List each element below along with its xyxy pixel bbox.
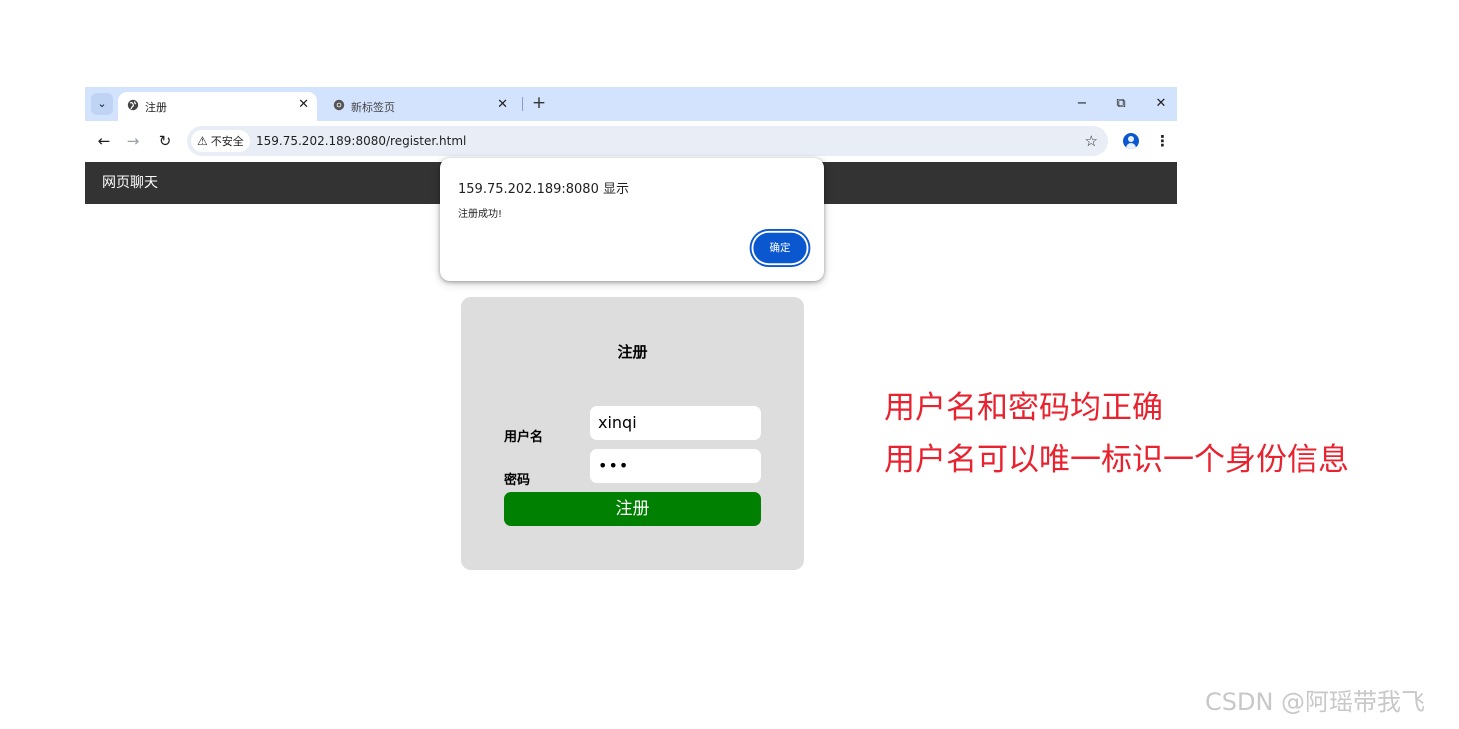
alert-origin: 159.75.202.189:8080 显示 <box>458 182 629 197</box>
alert-ok-button[interactable]: 确定 <box>753 232 807 264</box>
kebab-menu-icon[interactable]: ⋮ <box>1155 131 1170 151</box>
avatar-body <box>1126 143 1136 149</box>
bookmark-star-icon[interactable]: ☆ <box>1085 132 1098 150</box>
tab-search-button[interactable]: ⌄ <box>91 93 113 115</box>
profile-avatar-icon[interactable] <box>1123 133 1139 149</box>
tab-register[interactable]: 注册 ✕ <box>118 92 317 121</box>
chrome-icon <box>332 99 345 112</box>
back-button[interactable]: ← <box>94 131 114 151</box>
warning-icon: ⚠ <box>197 134 208 148</box>
tab-title: 注册 <box>145 101 167 114</box>
minimize-button[interactable]: − <box>1072 95 1092 113</box>
password-input[interactable]: ••• <box>590 449 761 483</box>
alert-message: 注册成功! <box>458 209 503 220</box>
username-input[interactable]: xinqi <box>590 406 761 440</box>
site-title: 网页聊天 <box>102 175 158 191</box>
annotation-line-2: 用户名可以唯一标识一个身份信息 <box>884 442 1349 478</box>
close-icon[interactable]: ✕ <box>497 97 508 113</box>
tab-strip: ⌄ 注册 ✕ 新标签页 ✕ + − ⧉ ✕ <box>85 87 1177 121</box>
tab-title: 新标签页 <box>351 101 395 114</box>
security-label: 不安全 <box>210 135 244 148</box>
chevron-down-icon: ⌄ <box>97 97 107 110</box>
browser-toolbar: ← → ↻ ⚠ 不安全 159.75.202.189:8080/register.… <box>85 121 1177 162</box>
forward-button[interactable]: → <box>123 131 143 151</box>
url-text[interactable]: 159.75.202.189:8080/register.html <box>256 133 466 149</box>
avatar-head <box>1128 136 1134 142</box>
restore-button[interactable]: ⧉ <box>1111 95 1131 113</box>
new-tab-button[interactable]: + <box>529 92 549 114</box>
annotation-line-1: 用户名和密码均正确 <box>884 390 1163 426</box>
register-title: 注册 <box>617 343 648 361</box>
username-label: 用户名 <box>504 430 544 445</box>
window-close-button[interactable]: ✕ <box>1151 95 1171 113</box>
reload-button[interactable]: ↻ <box>155 131 175 151</box>
globe-icon <box>126 99 139 112</box>
password-label: 密码 <box>504 473 531 488</box>
alert-dialog: 159.75.202.189:8080 显示 注册成功! 确定 <box>440 158 824 281</box>
tab-new-tab[interactable]: 新标签页 ✕ <box>324 92 516 121</box>
address-bar[interactable]: ⚠ 不安全 159.75.202.189:8080/register.html ☆ <box>187 126 1108 156</box>
register-card: 注册 用户名 xinqi 密码 ••• 注册 <box>461 297 804 570</box>
close-icon[interactable]: ✕ <box>298 97 309 113</box>
watermark: CSDN @阿瑶带我飞 <box>1205 688 1426 716</box>
register-submit-button[interactable]: 注册 <box>504 492 761 526</box>
security-chip[interactable]: ⚠ 不安全 <box>191 130 250 152</box>
tab-divider <box>522 97 523 111</box>
